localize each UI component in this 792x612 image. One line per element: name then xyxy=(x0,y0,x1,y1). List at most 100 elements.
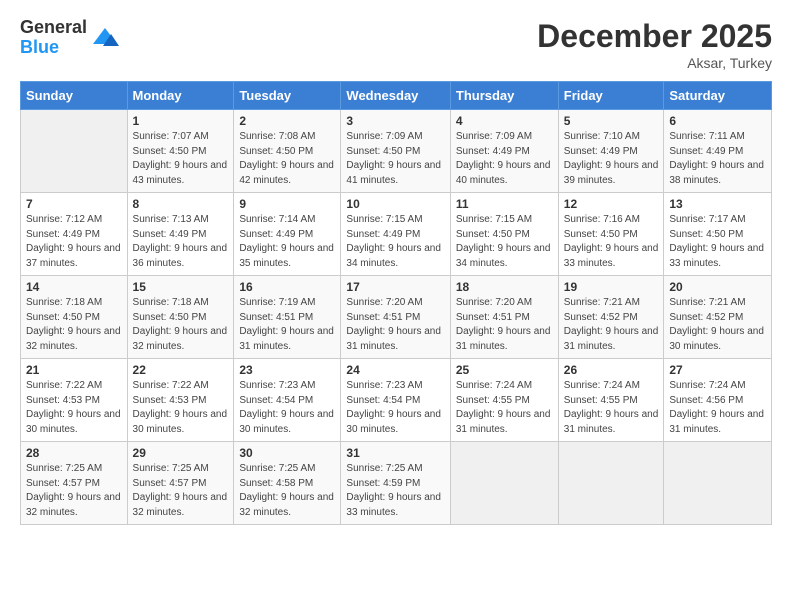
day-info: Sunrise: 7:15 AMSunset: 4:50 PMDaylight:… xyxy=(456,213,553,271)
calendar-week-row: 14 Sunrise: 7:18 AMSunset: 4:50 PMDayligh… xyxy=(21,276,772,359)
day-number: 19 xyxy=(564,280,659,294)
day-header: Thursday xyxy=(450,82,558,110)
calendar-cell: 19Sunrise: 7:21 AMSunset: 4:52 PMDayligh… xyxy=(558,276,664,359)
day-number: 4 xyxy=(456,114,553,128)
calendar-cell: 21 Sunrise: 7:22 AMSunset: 4:53 PMDayligh… xyxy=(21,359,128,442)
day-info: Sunrise: 7:18 AMSunset: 4:50 PMDaylight:… xyxy=(26,296,122,354)
day-header: Tuesday xyxy=(234,82,341,110)
day-info: Sunrise: 7:25 AMSunset: 4:59 PMDaylight:… xyxy=(346,462,444,520)
day-info: Sunrise: 7:23 AMSunset: 4:54 PMDaylight:… xyxy=(346,379,444,437)
day-number: 25 xyxy=(456,363,553,377)
calendar-cell: 7Sunrise: 7:12 AMSunset: 4:49 PMDaylight… xyxy=(21,193,128,276)
calendar-cell: 26 Sunrise: 7:24 AMSunset: 4:55 PMDayligh… xyxy=(558,359,664,442)
day-info: Sunrise: 7:22 AMSunset: 4:53 PMDaylight:… xyxy=(133,379,229,437)
calendar-cell: 15Sunrise: 7:18 AMSunset: 4:50 PMDayligh… xyxy=(127,276,234,359)
day-number: 28 xyxy=(26,446,122,460)
calendar: SundayMondayTuesdayWednesdayThursdayFrid… xyxy=(20,81,772,525)
day-info: Sunrise: 7:21 AMSunset: 4:52 PMDaylight:… xyxy=(669,296,766,354)
header: General Blue December 2025 Aksar, Turkey xyxy=(20,18,772,71)
day-number: 20 xyxy=(669,280,766,294)
logo-icon xyxy=(91,24,119,52)
calendar-cell: 13 Sunrise: 7:17 AMSunset: 4:50 PMDayligh… xyxy=(664,193,772,276)
logo-text: General Blue xyxy=(20,18,87,58)
calendar-cell: 18 Sunrise: 7:20 AMSunset: 4:51 PMDayligh… xyxy=(450,276,558,359)
month-title: December 2025 xyxy=(537,18,772,55)
page: General Blue December 2025 Aksar, Turkey… xyxy=(0,0,792,612)
calendar-cell: 2 Sunrise: 7:08 AMSunset: 4:50 PMDaylight… xyxy=(234,110,341,193)
day-number: 29 xyxy=(133,446,229,460)
day-info: Sunrise: 7:09 AMSunset: 4:50 PMDaylight:… xyxy=(346,130,444,188)
calendar-cell: 16 Sunrise: 7:19 AMSunset: 4:51 PMDayligh… xyxy=(234,276,341,359)
day-info: Sunrise: 7:24 AMSunset: 4:56 PMDaylight:… xyxy=(669,379,766,437)
calendar-cell xyxy=(664,442,772,525)
day-info: Sunrise: 7:25 AMSunset: 4:57 PMDaylight:… xyxy=(26,462,122,520)
day-number: 14 xyxy=(26,280,122,294)
calendar-cell: 30Sunrise: 7:25 AMSunset: 4:58 PMDayligh… xyxy=(234,442,341,525)
calendar-cell: 4 Sunrise: 7:09 AMSunset: 4:49 PMDaylight… xyxy=(450,110,558,193)
calendar-week-row: 1Sunrise: 7:07 AMSunset: 4:50 PMDaylight… xyxy=(21,110,772,193)
day-info: Sunrise: 7:07 AMSunset: 4:50 PMDaylight:… xyxy=(133,130,229,188)
location: Aksar, Turkey xyxy=(537,55,772,71)
day-header: Monday xyxy=(127,82,234,110)
day-info: Sunrise: 7:17 AMSunset: 4:50 PMDaylight:… xyxy=(669,213,766,271)
calendar-cell: 31 Sunrise: 7:25 AMSunset: 4:59 PMDayligh… xyxy=(341,442,450,525)
day-header: Friday xyxy=(558,82,664,110)
day-info: Sunrise: 7:24 AMSunset: 4:55 PMDaylight:… xyxy=(564,379,659,437)
day-info: Sunrise: 7:14 AMSunset: 4:49 PMDaylight:… xyxy=(239,213,335,271)
day-number: 3 xyxy=(346,114,444,128)
calendar-cell: 23Sunrise: 7:23 AMSunset: 4:54 PMDayligh… xyxy=(234,359,341,442)
calendar-cell xyxy=(450,442,558,525)
calendar-cell: 5Sunrise: 7:10 AMSunset: 4:49 PMDaylight… xyxy=(558,110,664,193)
calendar-week-row: 28 Sunrise: 7:25 AMSunset: 4:57 PMDayligh… xyxy=(21,442,772,525)
day-info: Sunrise: 7:20 AMSunset: 4:51 PMDaylight:… xyxy=(456,296,553,354)
day-number: 12 xyxy=(564,197,659,211)
calendar-cell xyxy=(558,442,664,525)
logo-general: General xyxy=(20,18,87,38)
calendar-cell: 6Sunrise: 7:11 AMSunset: 4:49 PMDaylight… xyxy=(664,110,772,193)
calendar-header-row: SundayMondayTuesdayWednesdayThursdayFrid… xyxy=(21,82,772,110)
day-number: 26 xyxy=(564,363,659,377)
logo: General Blue xyxy=(20,18,119,58)
calendar-cell: 29 Sunrise: 7:25 AMSunset: 4:57 PMDayligh… xyxy=(127,442,234,525)
day-header: Wednesday xyxy=(341,82,450,110)
day-number: 11 xyxy=(456,197,553,211)
day-info: Sunrise: 7:13 AMSunset: 4:49 PMDaylight:… xyxy=(133,213,229,271)
day-number: 7 xyxy=(26,197,122,211)
day-number: 21 xyxy=(26,363,122,377)
calendar-cell: 28 Sunrise: 7:25 AMSunset: 4:57 PMDayligh… xyxy=(21,442,128,525)
day-info: Sunrise: 7:08 AMSunset: 4:50 PMDaylight:… xyxy=(239,130,335,188)
day-info: Sunrise: 7:20 AMSunset: 4:51 PMDaylight:… xyxy=(346,296,444,354)
day-info: Sunrise: 7:09 AMSunset: 4:49 PMDaylight:… xyxy=(456,130,553,188)
calendar-cell: 14 Sunrise: 7:18 AMSunset: 4:50 PMDayligh… xyxy=(21,276,128,359)
day-number: 13 xyxy=(669,197,766,211)
day-number: 16 xyxy=(239,280,335,294)
day-info: Sunrise: 7:25 AMSunset: 4:57 PMDaylight:… xyxy=(133,462,229,520)
calendar-cell: 8 Sunrise: 7:13 AMSunset: 4:49 PMDaylight… xyxy=(127,193,234,276)
calendar-cell: 20 Sunrise: 7:21 AMSunset: 4:52 PMDayligh… xyxy=(664,276,772,359)
day-number: 2 xyxy=(239,114,335,128)
day-number: 31 xyxy=(346,446,444,460)
day-info: Sunrise: 7:19 AMSunset: 4:51 PMDaylight:… xyxy=(239,296,335,354)
day-info: Sunrise: 7:16 AMSunset: 4:50 PMDaylight:… xyxy=(564,213,659,271)
day-number: 17 xyxy=(346,280,444,294)
day-number: 9 xyxy=(239,197,335,211)
day-info: Sunrise: 7:22 AMSunset: 4:53 PMDaylight:… xyxy=(26,379,122,437)
calendar-cell: 9 Sunrise: 7:14 AMSunset: 4:49 PMDaylight… xyxy=(234,193,341,276)
day-number: 30 xyxy=(239,446,335,460)
calendar-cell: 12 Sunrise: 7:16 AMSunset: 4:50 PMDayligh… xyxy=(558,193,664,276)
calendar-cell: 3 Sunrise: 7:09 AMSunset: 4:50 PMDaylight… xyxy=(341,110,450,193)
calendar-cell: 25Sunrise: 7:24 AMSunset: 4:55 PMDayligh… xyxy=(450,359,558,442)
day-number: 8 xyxy=(133,197,229,211)
calendar-cell: 24Sunrise: 7:23 AMSunset: 4:54 PMDayligh… xyxy=(341,359,450,442)
calendar-cell: 1Sunrise: 7:07 AMSunset: 4:50 PMDaylight… xyxy=(127,110,234,193)
calendar-week-row: 7Sunrise: 7:12 AMSunset: 4:49 PMDaylight… xyxy=(21,193,772,276)
title-block: December 2025 Aksar, Turkey xyxy=(537,18,772,71)
day-number: 18 xyxy=(456,280,553,294)
day-number: 22 xyxy=(133,363,229,377)
calendar-cell: 22 Sunrise: 7:22 AMSunset: 4:53 PMDayligh… xyxy=(127,359,234,442)
day-info: Sunrise: 7:11 AMSunset: 4:49 PMDaylight:… xyxy=(669,130,766,188)
day-number: 10 xyxy=(346,197,444,211)
calendar-cell: 10Sunrise: 7:15 AMSunset: 4:49 PMDayligh… xyxy=(341,193,450,276)
day-number: 5 xyxy=(564,114,659,128)
day-header: Saturday xyxy=(664,82,772,110)
